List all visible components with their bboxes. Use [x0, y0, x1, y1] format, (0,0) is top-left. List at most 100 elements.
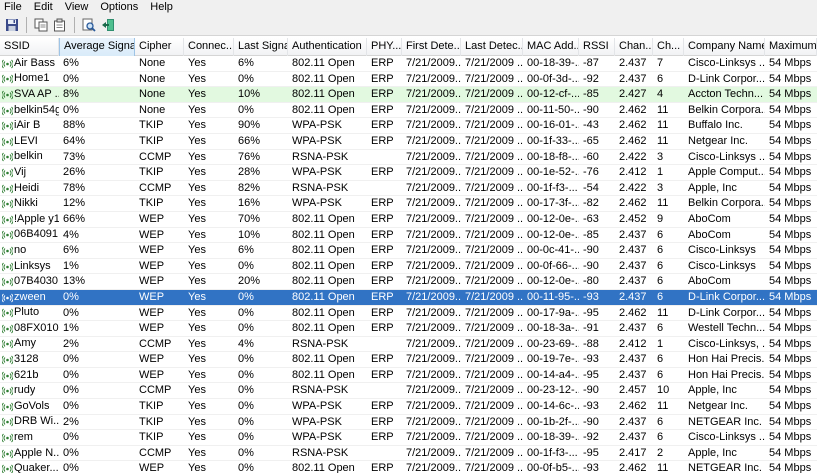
- cell-cipher: CCMP: [139, 150, 172, 163]
- cell-maximum-speed: 54 Mbps: [769, 384, 812, 397]
- cell-channel-number: 11: [657, 134, 669, 147]
- cell-company-name: Apple, Inc: [688, 384, 737, 397]
- menu-edit[interactable]: Edit: [28, 0, 59, 14]
- cell-maximum-speed: 54 Mbps: [769, 446, 812, 459]
- cell-last-signal: 66%: [238, 134, 261, 147]
- cell-channel-number: 11: [657, 119, 669, 132]
- column-header-phy-type[interactable]: PHY...: [367, 38, 402, 56]
- table-row[interactable]: Nikki 12% TKIP Yes 16% WPA-PSK ERP 7/21/2009...…: [0, 196, 817, 212]
- cell-mac-address: 00-18-f8-...: [527, 150, 579, 163]
- table-row[interactable]: Pluto 0% WEP Yes 0% 802.11 Open ERP 7/21/2009..…: [0, 306, 817, 322]
- menu-options[interactable]: Options: [94, 0, 144, 14]
- find-icon[interactable]: [81, 17, 97, 33]
- menu-help[interactable]: Help: [144, 0, 179, 14]
- column-header-average-signal[interactable]: Average Signal: [59, 38, 135, 56]
- cell-average-signal: 0%: [63, 431, 79, 444]
- cell-last-detected: 7/21/2009 ...: [465, 337, 523, 350]
- cell-channel-frequency: 2.462: [619, 400, 647, 413]
- cell-maximum-speed: 54 Mbps: [769, 275, 812, 288]
- column-header-cipher[interactable]: Cipher: [135, 38, 184, 56]
- table-row[interactable]: Apple N... 0% CCMP Yes 0% RSNA-PSK 7/21/2009..…: [0, 446, 817, 462]
- cell-mac-address: 00-18-39-...: [527, 57, 579, 69]
- cell-cipher: TKIP: [139, 431, 164, 444]
- table-row[interactable]: Vij 26% TKIP Yes 28% WPA-PSK ERP 7/21/2009... 7/…: [0, 165, 817, 181]
- wireless-signal-icon: [2, 120, 13, 131]
- column-header-channel-number[interactable]: Ch...: [653, 38, 684, 56]
- table-row[interactable]: belkin54g 0% None Yes 0% 802.11 Open ERP 7/21/2…: [0, 103, 817, 119]
- cell-first-detected: 7/21/2009...: [406, 322, 461, 335]
- table-row[interactable]: 07B4030... 13% WEP Yes 20% 802.11 Open ERP 7/21…: [0, 274, 817, 290]
- table-row[interactable]: Linksys 1% WEP Yes 0% 802.11 Open ERP 7/21/2009…: [0, 259, 817, 275]
- table-row[interactable]: iAir B 88% TKIP Yes 90% WPA-PSK ERP 7/21/2009..…: [0, 118, 817, 134]
- column-header-connectable[interactable]: Connec...: [184, 38, 234, 56]
- menu-file[interactable]: File: [0, 0, 28, 14]
- toolbar-separator: [26, 16, 27, 33]
- table-row[interactable]: Quaker... 0% WEP Yes 0% 802.11 Open ERP 7/21/20…: [0, 461, 817, 473]
- cell-cipher: CCMP: [139, 337, 172, 350]
- table-row[interactable]: 621b 0% WEP Yes 0% 802.11 Open ERP 7/21/2009...…: [0, 368, 817, 384]
- table-row[interactable]: Heidi 78% CCMP Yes 82% RSNA-PSK 7/21/2009... 7/…: [0, 181, 817, 197]
- cell-maximum-speed: 54 Mbps: [769, 400, 812, 413]
- column-header-ssid[interactable]: SSID: [0, 38, 59, 56]
- cell-authentication: 802.11 Open: [292, 462, 355, 473]
- table-row[interactable]: SVA AP ... 8% None Yes 10% 802.11 Open ERP 7/21…: [0, 87, 817, 103]
- properties-icon[interactable]: [52, 17, 68, 33]
- cell-phy-type: [367, 181, 402, 196]
- table-row[interactable]: belkin 73% CCMP Yes 76% RSNA-PSK 7/21/2009... 7…: [0, 150, 817, 166]
- table-row[interactable]: 06B4091... 4% WEP Yes 10% 802.11 Open ERP 7/21/…: [0, 228, 817, 244]
- cell-average-signal: 13%: [63, 275, 86, 288]
- cell-authentication: WPA-PSK: [292, 166, 342, 179]
- cell-first-detected: 7/21/2009...: [406, 57, 461, 69]
- column-header-company-name[interactable]: Company Name: [684, 38, 765, 56]
- cell-channel-frequency: 2.417: [619, 446, 647, 459]
- exit-icon[interactable]: [100, 17, 116, 33]
- cell-cipher: WEP: [139, 212, 165, 225]
- table-row[interactable]: Amy 2% CCMP Yes 4% RSNA-PSK 7/21/2009... 7/21/2…: [0, 337, 817, 353]
- cell-rssi: -63: [583, 212, 599, 225]
- cell-mac-address: 00-23-69-...: [527, 337, 579, 350]
- ssid-text: belkin54g: [14, 103, 59, 116]
- table-row[interactable]: rudy 0% CCMP Yes 0% RSNA-PSK 7/21/2009... 7/21/…: [0, 383, 817, 400]
- cell-maximum-speed: 54 Mbps: [769, 166, 812, 179]
- table-row[interactable]: DRB Wi... 2% TKIP Yes 0% WPA-PSK ERP 7/21/2009.…: [0, 415, 817, 431]
- column-header-maximum-speed[interactable]: Maximum S: [765, 38, 817, 56]
- cell-cipher: WEP: [139, 353, 165, 366]
- column-header-rssi[interactable]: RSSI: [579, 38, 615, 56]
- cell-first-detected: 7/21/2009...: [406, 212, 461, 225]
- cell-mac-address: 00-19-7e-...: [527, 353, 579, 366]
- cell-connectable: Yes: [188, 228, 206, 241]
- cell-last-detected: 7/21/2009 ...: [465, 306, 523, 319]
- cell-channel-number: 9: [657, 212, 664, 225]
- save-icon[interactable]: [4, 17, 20, 33]
- column-header-last-signal[interactable]: Last Signal: [234, 38, 288, 56]
- cell-cipher: WEP: [139, 322, 165, 335]
- table-row[interactable]: rem 0% TKIP Yes 0% WPA-PSK ERP 7/21/2009... 7/21…: [0, 430, 817, 446]
- table-row[interactable]: no 6% WEP Yes 6% 802.11 Open ERP 7/21/2009... 7/…: [0, 243, 817, 259]
- cell-ssid: Quaker...: [0, 461, 59, 473]
- cell-ssid: 06B4091...: [0, 228, 59, 243]
- column-header-authentication[interactable]: Authentication: [288, 38, 367, 56]
- table-row[interactable]: 3128 0% WEP Yes 0% 802.11 Open ERP 7/21/2009...…: [0, 352, 817, 368]
- table-row[interactable]: !Apple y1 66% WEP Yes 70% 802.11 Open ERP 7/21/…: [0, 212, 817, 228]
- cell-ssid: GoVols: [0, 399, 59, 414]
- column-header-mac-address[interactable]: MAC Add...: [523, 38, 579, 56]
- cell-channel-frequency: 2.437: [619, 415, 647, 428]
- cell-authentication: 802.11 Open: [292, 244, 355, 257]
- menu-view[interactable]: View: [59, 0, 95, 14]
- cell-ssid: Home1: [0, 72, 59, 87]
- ssid-text: 07B4030...: [14, 275, 59, 288]
- cell-last-signal: 16%: [238, 197, 261, 210]
- cell-first-detected: 7/21/2009...: [406, 166, 461, 179]
- table-row[interactable]: LEVI 64% TKIP Yes 66% WPA-PSK ERP 7/21/2009... 7…: [0, 134, 817, 150]
- table-row[interactable]: GoVols 0% TKIP Yes 0% WPA-PSK ERP 7/21/2009... 7…: [0, 399, 817, 415]
- column-header-first-detected[interactable]: First Dete...: [402, 38, 461, 56]
- table-row[interactable]: zween 0% WEP Yes 0% 802.11 Open ERP 7/21/2009..…: [0, 289, 817, 306]
- column-header-last-detected[interactable]: Last Detec...: [461, 38, 523, 56]
- cell-cipher: TKIP: [139, 197, 164, 210]
- column-header-channel-frequency[interactable]: Chan...: [615, 38, 653, 56]
- cell-average-signal: 2%: [63, 337, 79, 350]
- copy-icon[interactable]: [33, 17, 49, 33]
- table-row[interactable]: Home1 0% None Yes 0% 802.11 Open ERP 7/21/2009.…: [0, 72, 817, 88]
- table-row[interactable]: Air Bass II 6% None Yes 6% 802.11 Open ERP 7/21…: [0, 56, 817, 72]
- table-row[interactable]: 08FX010... 1% WEP Yes 0% 802.11 Open ERP 7/21/2…: [0, 321, 817, 337]
